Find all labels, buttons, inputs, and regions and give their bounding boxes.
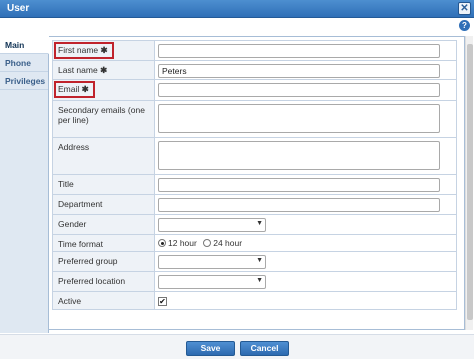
user-form: First name ✱ Last name ✱ Email ✱ Se (52, 40, 457, 310)
department-label: Department (58, 199, 103, 209)
dialog-footer: Save Cancel (0, 334, 474, 359)
checkmark-icon: ✔ (159, 297, 166, 306)
window-title: User (7, 3, 30, 14)
close-icon[interactable]: ✕ (458, 2, 471, 15)
help-icon[interactable]: ? (459, 20, 470, 31)
email-label: Email (58, 84, 80, 94)
vertical-scrollbar[interactable] (465, 36, 473, 330)
title-input[interactable] (158, 178, 440, 192)
gender-select[interactable]: ▼ (158, 218, 266, 232)
secondary-emails-textarea[interactable] (158, 104, 440, 133)
chevron-down-icon: ▼ (256, 220, 263, 227)
time-format-12-label: 12 hour (168, 238, 197, 248)
time-format-12-radio[interactable] (158, 239, 166, 247)
tab-main[interactable]: Main (0, 36, 49, 54)
preferred-location-label: Preferred location (58, 276, 126, 286)
tab-phone[interactable]: Phone (0, 54, 48, 72)
main-panel: First name ✱ Last name ✱ Email ✱ Se (49, 36, 465, 330)
time-format-24-label: 24 hour (213, 238, 243, 248)
chevron-down-icon: ▼ (256, 277, 263, 284)
required-icon: ✱ (81, 84, 89, 94)
active-checkbox[interactable]: ✔ (158, 297, 167, 306)
secondary-emails-label: Secondary emails (one per line) (58, 105, 145, 125)
first-name-input[interactable] (158, 44, 440, 58)
required-highlight: First name ✱ (54, 42, 114, 59)
department-input[interactable] (158, 198, 440, 212)
address-textarea[interactable] (158, 141, 440, 170)
email-input[interactable] (158, 83, 440, 97)
required-icon: ✱ (100, 45, 108, 55)
tab-list: Main Phone Privileges (0, 36, 49, 333)
tab-privileges[interactable]: Privileges (0, 72, 48, 90)
active-label: Active (58, 296, 82, 306)
first-name-label-cell: First name ✱ (52, 40, 155, 61)
time-format-24-radio[interactable] (203, 239, 212, 247)
first-name-label: First name (58, 45, 99, 55)
chevron-down-icon: ▼ (256, 257, 263, 264)
preferred-location-select[interactable]: ▼ (158, 275, 266, 289)
last-name-label: Last name (58, 65, 98, 75)
required-icon: ✱ (100, 65, 108, 75)
scrollbar-thumb[interactable] (467, 44, 473, 320)
gender-label: Gender (58, 219, 87, 229)
required-highlight: Email ✱ (54, 81, 95, 98)
preferred-group-select[interactable]: ▼ (158, 255, 266, 269)
time-format-label: Time format (58, 239, 104, 249)
last-name-input[interactable] (158, 64, 440, 78)
address-label: Address (58, 142, 90, 152)
title-label: Title (58, 179, 74, 189)
preferred-group-label: Preferred group (58, 256, 118, 266)
cancel-button[interactable]: Cancel (240, 341, 289, 356)
window-titlebar: User ✕ (0, 0, 474, 18)
save-button[interactable]: Save (186, 341, 235, 356)
